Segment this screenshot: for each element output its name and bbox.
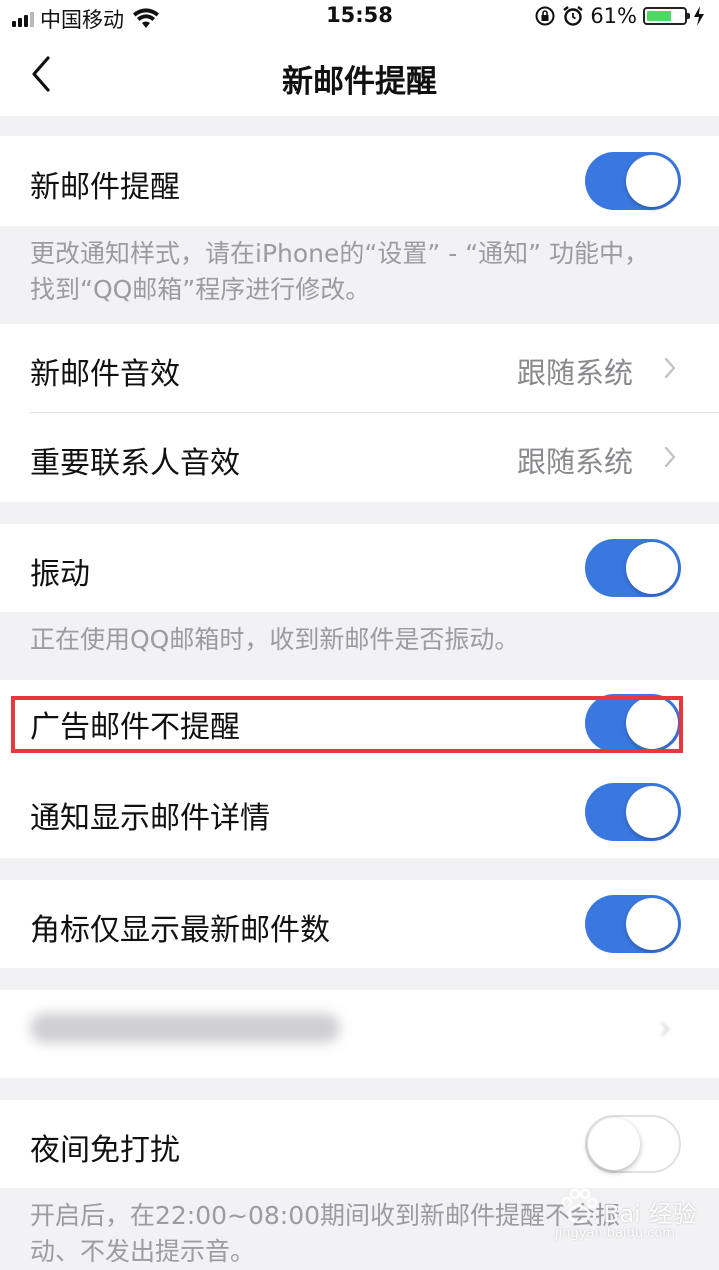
orientation-lock-icon (535, 6, 555, 26)
baidu-watermark: Bai 经验 jingyan.baidu.com (555, 1180, 705, 1250)
night-mode-toggle[interactable] (585, 1115, 681, 1173)
status-bar: 中国移动 15:58 61% (0, 0, 719, 32)
badge-label: 角标仅显示最新邮件数 (30, 913, 330, 948)
new-mail-group: 新邮件提醒 (0, 136, 719, 226)
new-mail-sound-label: 新邮件音效 (30, 357, 180, 392)
vip-sound-value: 跟随系统 (516, 445, 633, 479)
night-mode-label: 夜间免打扰 (30, 1133, 180, 1168)
badge-group: 角标仅显示最新邮件数 (0, 880, 719, 968)
battery-percent: 61% (590, 4, 637, 28)
vibration-toggle[interactable] (585, 539, 681, 597)
vip-sound-label: 重要联系人音效 (30, 446, 240, 481)
vip-sound-row[interactable]: 重要联系人音效 跟随系统 (0, 413, 719, 502)
vibration-hint: 正在使用QQ邮箱时，收到新邮件是否振动。 (30, 625, 520, 654)
highlight-box (11, 696, 683, 753)
watermark-sub: jingyan.baidu.com (555, 1226, 675, 1241)
paw-icon (561, 1188, 598, 1224)
mail-details-row: 通知显示邮件详情 (0, 769, 719, 858)
new-mail-toggle[interactable] (585, 152, 681, 210)
chevron-right-icon[interactable] (659, 1020, 671, 1038)
battery-icon (643, 7, 690, 25)
sound-group: 新邮件音效 跟随系统 重要联系人音效 跟随系统 (0, 324, 719, 502)
new-mail-row: 新邮件提醒 (0, 136, 719, 226)
new-mail-sound-row[interactable]: 新邮件音效 跟随系统 (0, 324, 719, 412)
badge-row: 角标仅显示最新邮件数 (0, 880, 719, 968)
new-mail-sound-value: 跟随系统 (516, 356, 633, 390)
night-mode-row: 夜间免打扰 (0, 1100, 719, 1188)
charging-icon (694, 6, 704, 26)
status-right: 61% (534, 4, 705, 28)
vibration-group: 振动 (0, 524, 719, 612)
chevron-right-icon (664, 357, 676, 379)
page-title: 新邮件提醒 (282, 64, 437, 100)
mail-details-toggle[interactable] (585, 783, 681, 841)
blurred-content (30, 1013, 340, 1043)
mail-details-label: 通知显示邮件详情 (30, 801, 270, 836)
nav-bar: 新邮件提醒 (0, 32, 719, 116)
chevron-right-icon (664, 446, 676, 468)
notification-style-hint: 更改通知样式，请在iPhone的“设置” - “通知” 功能中，找到“QQ邮箱”… (30, 239, 650, 304)
alarm-icon (563, 6, 584, 26)
watermark-text: Bai 经验 (603, 1200, 697, 1228)
vibration-label: 振动 (30, 557, 90, 592)
vibration-row: 振动 (0, 524, 719, 612)
new-mail-label: 新邮件提醒 (30, 170, 180, 205)
badge-toggle[interactable] (585, 895, 681, 953)
night-group: 夜间免打扰 (0, 1100, 719, 1188)
